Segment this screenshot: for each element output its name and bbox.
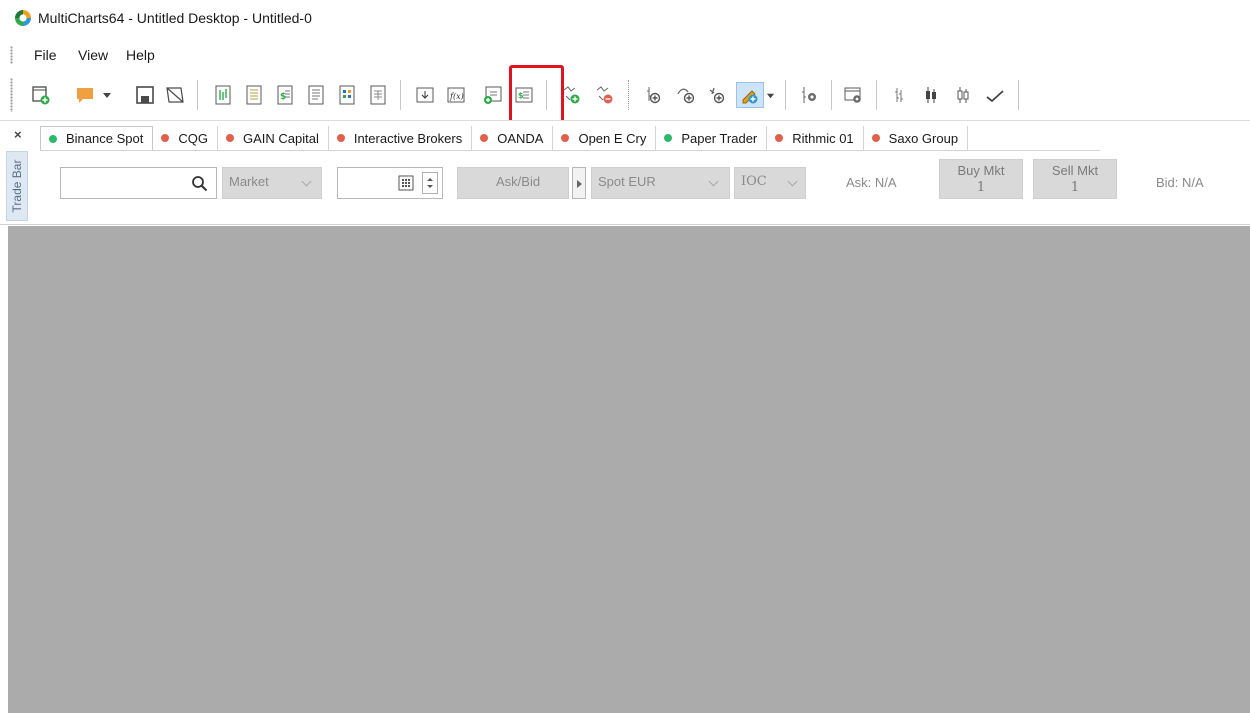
insert-object-icon[interactable] <box>704 82 730 108</box>
tab-open-e-cry[interactable]: Open E Cry <box>553 126 657 150</box>
chevron-down-icon <box>708 176 719 187</box>
highlight-annotation <box>509 65 564 123</box>
menu-grip-handle[interactable] <box>10 46 13 64</box>
multicharts-logo-icon <box>15 10 31 26</box>
menu-bar: File View Help <box>0 40 1250 70</box>
save-icon[interactable] <box>132 82 158 108</box>
close-window-icon[interactable] <box>162 82 188 108</box>
toolbar-separator <box>400 80 401 110</box>
market-scanner-icon[interactable] <box>334 82 360 108</box>
bid-price-label: Bid: N/A <box>1156 175 1204 190</box>
search-icon[interactable] <box>191 175 208 192</box>
status-dot <box>336 134 345 142</box>
toolbar-grip-handle[interactable] <box>10 78 13 112</box>
candlestick-icon[interactable] <box>918 82 944 108</box>
trade-bar-vertical-label: Trade Bar <box>6 151 28 221</box>
symbol-search-input[interactable] <box>60 167 217 199</box>
chevron-right-icon <box>577 180 582 188</box>
trade-bar: × Trade Bar Binance Spot CQG GAIN Capita… <box>0 120 1250 225</box>
add-instrument-icon[interactable] <box>640 82 666 108</box>
order-type-select[interactable]: Market <box>222 167 322 199</box>
chevron-down-icon <box>301 176 312 187</box>
order-tracker-icon[interactable] <box>303 82 329 108</box>
menu-view[interactable]: View <box>78 47 108 63</box>
status-dot <box>480 134 489 142</box>
tab-paper-trader[interactable]: Paper Trader <box>656 126 768 150</box>
drawing-tool-icon[interactable] <box>673 82 699 108</box>
window-title: MultiCharts64 - Untitled Desktop - Untit… <box>38 10 312 26</box>
tab-gain-capital[interactable]: GAIN Capital <box>218 126 329 150</box>
status-dot <box>225 134 234 142</box>
hollow-candle-icon[interactable] <box>950 82 976 108</box>
broker-tabs: Binance Spot CQG GAIN Capital Interactiv… <box>40 126 969 150</box>
tab-cqg[interactable]: CQG <box>153 126 218 150</box>
tabs-baseline <box>40 150 1100 151</box>
status-dot <box>161 134 170 142</box>
new-window-icon[interactable] <box>28 82 54 108</box>
tab-binance-spot[interactable]: Binance Spot <box>40 126 154 150</box>
status-dot <box>871 134 880 142</box>
status-dot <box>775 134 784 142</box>
close-icon[interactable]: × <box>14 127 22 142</box>
import-data-icon[interactable] <box>412 82 438 108</box>
remove-signal-icon[interactable] <box>591 82 617 108</box>
status-dot <box>664 134 673 142</box>
chevron-down-icon <box>787 176 798 187</box>
status-dot <box>561 134 570 142</box>
buy-market-button[interactable]: Buy Mkt 1 <box>939 159 1023 199</box>
title-bar: MultiCharts64 - Untitled Desktop - Untit… <box>0 0 1250 38</box>
insert-indicator-icon[interactable]: f(x) <box>443 82 469 108</box>
tif-select[interactable]: IOC <box>734 167 806 199</box>
menu-help[interactable]: Help <box>126 47 155 63</box>
color-marker-icon[interactable] <box>72 82 98 108</box>
chart-window-icon[interactable] <box>210 82 236 108</box>
sell-market-button[interactable]: Sell Mkt 1 <box>1033 159 1117 199</box>
tab-rithmic-01[interactable]: Rithmic 01 <box>767 126 864 150</box>
quantity-stepper[interactable] <box>337 167 443 199</box>
dropdown-arrow-icon[interactable] <box>100 82 114 108</box>
spin-buttons[interactable] <box>422 172 438 194</box>
insert-study-icon[interactable] <box>480 82 506 108</box>
drawing-pencil-icon[interactable] <box>736 82 764 108</box>
tab-interactive-brokers[interactable]: Interactive Brokers <box>329 126 473 150</box>
dropdown-arrow-icon[interactable] <box>764 82 776 108</box>
toolbar-separator <box>831 80 832 110</box>
menu-file[interactable]: File <box>34 47 57 63</box>
toolbar-separator <box>876 80 877 110</box>
svg-text:f(x): f(x) <box>449 92 464 101</box>
ask-price-label: Ask: N/A <box>846 175 897 190</box>
tab-oanda[interactable]: OANDA <box>472 126 554 150</box>
line-chart-icon[interactable] <box>982 82 1008 108</box>
ask-bid-expand-button[interactable] <box>572 167 586 199</box>
format-instrument-icon[interactable] <box>796 82 822 108</box>
scanner-window-icon[interactable] <box>241 82 267 108</box>
trade-bar-label: Trade Bar <box>10 159 24 213</box>
toolbar-separator <box>1018 80 1019 110</box>
account-select[interactable]: Spot EUR <box>591 167 730 199</box>
tab-saxo-group[interactable]: Saxo Group <box>864 126 969 150</box>
portfolio-icon[interactable] <box>365 82 391 108</box>
calendar-icon[interactable] <box>398 175 414 191</box>
desktop-workspace[interactable] <box>8 226 1250 713</box>
main-toolbar: $ f(x) $ <box>0 72 1250 118</box>
toolbar-separator <box>628 80 629 110</box>
dom-window-icon[interactable]: $ <box>272 82 298 108</box>
ask-bid-button[interactable]: Ask/Bid <box>457 167 569 199</box>
toolbar-separator <box>197 80 198 110</box>
format-window-icon[interactable] <box>840 82 866 108</box>
toolbar-separator <box>785 80 786 110</box>
ohlc-bar-icon[interactable] <box>886 82 912 108</box>
status-dot <box>49 134 57 143</box>
